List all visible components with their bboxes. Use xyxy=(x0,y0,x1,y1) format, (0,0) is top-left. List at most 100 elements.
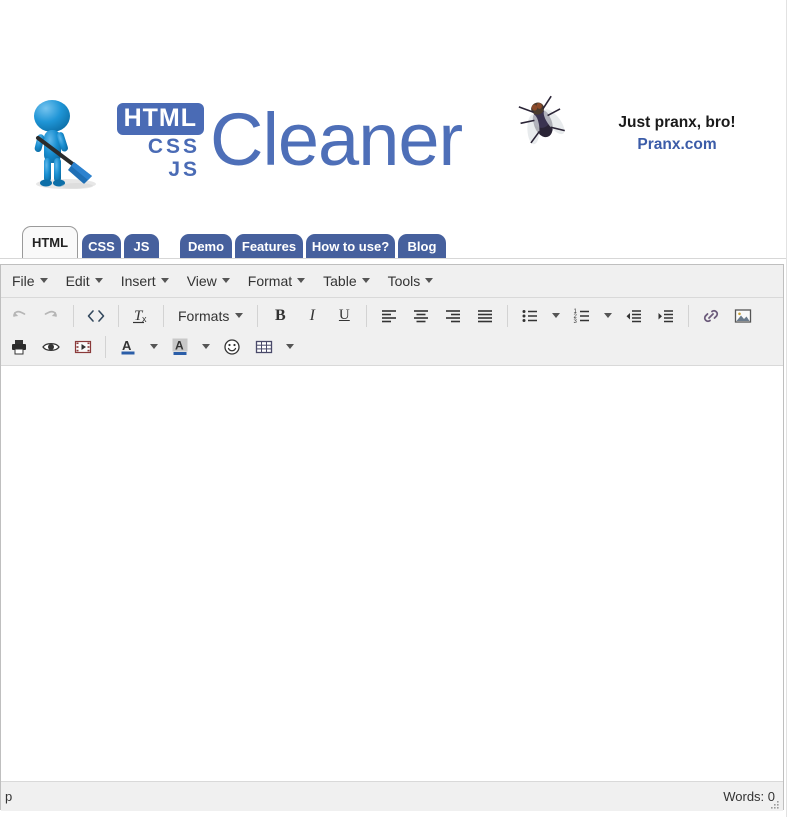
menu-table[interactable]: Table xyxy=(314,269,378,294)
nav-tab-features[interactable]: Features xyxy=(235,234,303,258)
preview-icon[interactable] xyxy=(36,334,66,360)
toolbar-separator xyxy=(163,304,164,327)
janitor-with-broom-icon xyxy=(22,94,102,190)
media-icon[interactable] xyxy=(68,334,98,360)
menu-edit[interactable]: Edit xyxy=(57,269,112,294)
site-logo[interactable]: HTML CSS JS Cleaner xyxy=(22,92,463,192)
print-icon[interactable] xyxy=(4,334,34,360)
toolbar-separator xyxy=(688,304,690,327)
chevron-down-icon xyxy=(221,278,230,283)
toolbar-row-2: A A xyxy=(3,331,783,362)
numbered-list-caret[interactable] xyxy=(599,303,617,329)
menu-tools[interactable]: Tools xyxy=(379,269,443,294)
text-color-icon[interactable]: A xyxy=(113,334,143,360)
chevron-down-icon xyxy=(552,313,561,318)
nav-tab-demo[interactable]: Demo xyxy=(180,234,232,258)
svg-text:A: A xyxy=(122,338,132,353)
toolbar-separator xyxy=(507,304,509,327)
ad-headline: Just pranx, bro! xyxy=(618,114,736,131)
chevron-down-icon xyxy=(94,278,103,283)
menu-view[interactable]: View xyxy=(178,269,239,294)
chevron-down-icon xyxy=(235,313,244,318)
source-code-icon[interactable] xyxy=(81,303,111,329)
chevron-down-icon xyxy=(39,278,48,283)
chevron-down-icon xyxy=(425,278,434,283)
undo-icon[interactable] xyxy=(4,303,34,329)
menu-view-label: View xyxy=(186,272,217,289)
ad-banner[interactable]: Just pranx, bro! Pranx.com xyxy=(500,86,770,164)
italic-icon[interactable]: I xyxy=(297,303,327,329)
toolbar-separator xyxy=(366,304,368,327)
toolbar-separator xyxy=(118,304,119,327)
background-color-icon[interactable]: A xyxy=(165,334,195,360)
svg-text:A: A xyxy=(175,339,184,353)
editor-toolbars: T x Formats B I U 1 2 3 A A xyxy=(1,298,783,366)
chevron-down-icon xyxy=(604,313,613,318)
indent-icon[interactable] xyxy=(651,303,681,329)
nav-tab-how-to-use[interactable]: How to use? xyxy=(306,234,395,258)
image-icon[interactable] xyxy=(728,303,758,329)
ad-link[interactable]: Pranx.com xyxy=(586,136,768,154)
menu-file[interactable]: File xyxy=(3,269,57,294)
logo-html-badge: HTML xyxy=(116,102,204,135)
toolbar-separator xyxy=(105,335,106,358)
tab-underline xyxy=(0,258,786,259)
text-color-caret[interactable] xyxy=(145,334,163,360)
chevron-down-icon xyxy=(202,344,210,349)
underline-icon[interactable]: U xyxy=(329,303,359,329)
resize-handle[interactable] xyxy=(769,798,781,810)
tab-css[interactable]: CSS xyxy=(82,234,121,258)
toolbar-separator xyxy=(257,304,259,327)
menu-edit-label: Edit xyxy=(65,272,90,289)
editor-statusbar: p Words: 0 xyxy=(1,781,783,811)
align-right-icon[interactable] xyxy=(438,303,468,329)
clear-formatting-icon[interactable]: T x xyxy=(126,303,156,329)
tab-bar: HTML CSS JS Demo Features How to use? Bl… xyxy=(0,220,786,262)
chevron-down-icon xyxy=(150,344,158,349)
toolbar-separator xyxy=(73,304,74,327)
align-justify-icon[interactable] xyxy=(470,303,500,329)
editor-content-area[interactable] xyxy=(1,366,783,781)
table-caret[interactable] xyxy=(281,334,299,360)
svg-text:3: 3 xyxy=(574,319,578,324)
fly-icon xyxy=(510,90,572,146)
align-left-icon[interactable] xyxy=(374,303,404,329)
link-icon[interactable] xyxy=(696,303,726,329)
bullet-list-caret[interactable] xyxy=(547,303,565,329)
logo-css-text: CSS xyxy=(147,134,200,158)
tinymce-editor: File Edit Insert View Format Table Tools… xyxy=(0,264,784,811)
nav-tab-blog[interactable]: Blog xyxy=(398,234,446,258)
page-root: HTML CSS JS Cleaner Just pranx, bro! Pra… xyxy=(0,0,786,817)
formats-dropdown[interactable]: Formats xyxy=(171,303,250,329)
bold-icon[interactable]: B xyxy=(265,303,295,329)
toolbar-row-1: T x Formats B I U 1 2 3 xyxy=(3,300,783,331)
chevron-down-icon xyxy=(361,278,370,283)
menu-tools-label: Tools xyxy=(387,272,421,289)
menu-format-label: Format xyxy=(247,272,293,289)
chevron-down-icon xyxy=(160,278,169,283)
logo-js-text: JS xyxy=(168,158,200,181)
chevron-down-icon xyxy=(297,278,306,283)
element-path[interactable]: p xyxy=(5,789,12,804)
numbered-list-icon[interactable]: 123 xyxy=(567,303,597,329)
background-color-caret[interactable] xyxy=(197,334,215,360)
menu-format[interactable]: Format xyxy=(239,269,314,294)
emoticon-icon[interactable] xyxy=(217,334,247,360)
bullet-list-icon[interactable] xyxy=(515,303,545,329)
table-icon[interactable] xyxy=(249,334,279,360)
chevron-down-icon xyxy=(286,344,294,349)
align-center-icon[interactable] xyxy=(406,303,436,329)
menu-insert[interactable]: Insert xyxy=(112,269,178,294)
menu-file-label: File xyxy=(12,272,35,289)
logo-text-stack: HTML CSS JS xyxy=(116,102,204,181)
word-count: Words: 0 xyxy=(723,789,775,804)
outdent-icon[interactable] xyxy=(619,303,649,329)
tab-html[interactable]: HTML xyxy=(22,226,78,258)
redo-icon[interactable] xyxy=(36,303,66,329)
tab-js[interactable]: JS xyxy=(124,234,159,258)
editor-menubar: File Edit Insert View Format Table Tools xyxy=(1,265,783,298)
site-header: HTML CSS JS Cleaner Just pranx, bro! Pra… xyxy=(0,0,786,212)
menu-table-label: Table xyxy=(323,272,357,289)
menu-insert-label: Insert xyxy=(120,272,156,289)
logo-wordmark: Cleaner xyxy=(210,97,463,181)
